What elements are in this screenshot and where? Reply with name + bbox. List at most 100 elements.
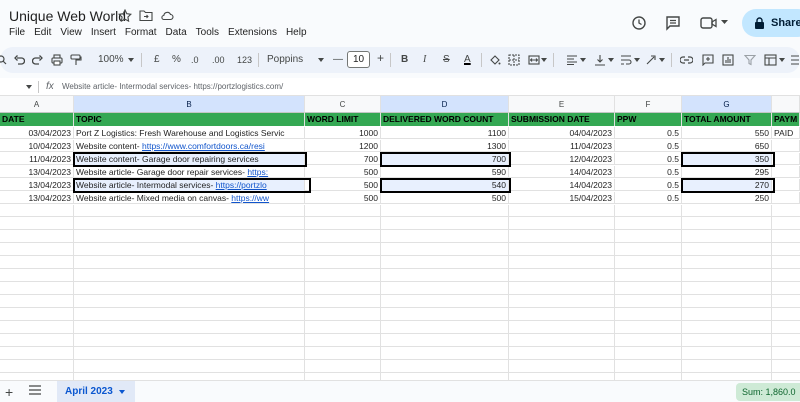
column-header-h[interactable] [772,96,800,113]
insert-link-icon[interactable] [680,55,693,65]
cell-total-amount[interactable]: 550 [682,127,772,139]
fill-color-icon[interactable] [489,54,501,66]
cell-topic[interactable]: Port Z Logistics: Fresh Warehouse and Lo… [74,127,305,139]
chevron-down-icon[interactable] [608,58,614,62]
percent-format-button[interactable]: % [172,53,181,67]
cell-topic[interactable]: Website article- Mixed media on canvas- … [74,192,305,204]
cell-total-amount[interactable]: 250 [682,192,772,204]
sum-explore-box[interactable]: Sum: 1,860.0 [736,383,800,401]
cell-word-limit[interactable]: 500 [305,192,381,204]
share-button[interactable]: Share [742,9,800,37]
cell-topic[interactable]: Website content- https://www.comfortdoor… [74,140,305,152]
empty-row[interactable] [0,296,800,308]
redo-icon[interactable] [32,55,43,65]
cell-delivered[interactable]: 590 [381,166,509,178]
filter-icon[interactable] [744,54,756,66]
topic-link[interactable]: https://portzlo [216,180,267,190]
cell-submission-date[interactable]: 12/04/2023 [509,153,615,165]
menu-help[interactable]: Help [286,27,307,38]
header-delivered-word-count[interactable]: DELIVERED WORD COUNT [381,113,509,126]
header-word-limit[interactable]: WORD LIMIT [305,113,381,126]
empty-row[interactable] [0,322,800,334]
cell-submission-date[interactable]: 15/04/2023 [509,192,615,204]
empty-row[interactable] [0,335,800,347]
column-header-a[interactable]: A [0,96,74,113]
topic-link[interactable]: https: [247,167,268,177]
header-submission-date[interactable]: SUBMISSION DATE [509,113,615,126]
insert-chart-icon[interactable] [722,54,734,66]
search-menus-icon[interactable] [0,54,8,66]
text-color-button[interactable]: A [464,53,471,67]
functions-icon[interactable] [790,55,800,65]
text-wrapping-icon[interactable] [620,54,632,66]
meet-video-icon[interactable] [700,15,718,31]
insert-comment-icon[interactable] [702,54,714,66]
strikethrough-button[interactable]: S [443,53,450,67]
filter-views-icon[interactable] [764,54,777,66]
cell-submission-date[interactable]: 11/04/2023 [509,140,615,152]
cell-payment[interactable]: PAID [772,127,800,139]
italic-button[interactable]: I [423,53,426,67]
cell-topic[interactable]: Website article- Garage door repair serv… [74,166,305,178]
undo-icon[interactable] [14,55,25,65]
empty-row[interactable] [0,361,800,373]
comment-icon[interactable] [665,15,681,31]
column-header-b[interactable]: B [74,96,305,113]
borders-icon[interactable] [508,54,520,66]
chevron-down-icon[interactable] [119,390,125,394]
cell-submission-date[interactable]: 14/04/2023 [509,166,615,178]
chevron-down-icon[interactable] [26,85,32,89]
vertical-align-icon[interactable] [594,54,606,66]
formula-input[interactable]: Website article- Intermodal services- ht… [62,82,283,91]
all-sheets-icon[interactable] [29,385,41,395]
cell-payment[interactable] [772,179,800,191]
topic-link[interactable]: https://ww [231,193,269,203]
cell-ppw[interactable]: 0.5 [615,127,682,139]
chevron-down-icon[interactable] [779,58,785,62]
cell-delivered[interactable]: 540 [381,179,509,191]
chevron-down-icon[interactable] [541,58,547,62]
empty-row[interactable] [0,205,800,217]
cell-total-amount[interactable]: 295 [682,166,772,178]
cell-ppw[interactable]: 0.5 [615,153,682,165]
zoom-select[interactable]: 100% [98,53,124,67]
chevron-down-icon[interactable] [721,20,728,25]
merge-cells-icon[interactable] [528,54,540,66]
print-icon[interactable] [51,54,63,66]
bold-button[interactable]: B [401,53,408,67]
menu-view[interactable]: View [60,27,82,38]
cell-word-limit[interactable]: 1000 [305,127,381,139]
cell-date[interactable]: 13/04/2023 [0,179,74,191]
empty-row[interactable] [0,270,800,282]
spreadsheet-grid[interactable]: A B C D E F G DATE TOPIC WORD LIMIT DELI… [0,96,800,380]
cell-date[interactable]: 13/04/2023 [0,166,74,178]
menu-tools[interactable]: Tools [196,27,219,38]
menu-file[interactable]: File [9,27,25,38]
cell-payment[interactable] [772,153,800,165]
number-format-button[interactable]: 123 [237,53,252,67]
header-date[interactable]: DATE [0,113,74,126]
cell-delivered[interactable]: 1300 [381,140,509,152]
cell-ppw[interactable]: 0.5 [615,140,682,152]
font-select[interactable]: Poppins [267,53,303,67]
cell-ppw[interactable]: 0.5 [615,166,682,178]
document-title[interactable]: Unique Web World [9,8,126,24]
cell-topic[interactable]: Website content- Garage door repairing s… [74,153,305,165]
menu-edit[interactable]: Edit [34,27,51,38]
paint-format-icon[interactable] [70,54,82,66]
chevron-down-icon[interactable] [128,58,134,62]
cell-ppw[interactable]: 0.5 [615,179,682,191]
header-topic[interactable]: TOPIC [74,113,305,126]
cell-topic[interactable]: Website article- Intermodal services- ht… [74,179,305,191]
currency-format-button[interactable]: £ [154,53,160,67]
font-size-input[interactable]: 10 [347,51,370,68]
decrease-font-size-button[interactable]: — [333,53,343,67]
history-icon[interactable] [631,15,647,31]
cell-payment[interactable] [772,192,800,204]
header-payment[interactable]: PAYM [772,113,800,126]
cell-delivered[interactable]: 1100 [381,127,509,139]
cell-date[interactable]: 13/04/2023 [0,192,74,204]
star-icon[interactable] [118,9,132,22]
cell-date[interactable]: 11/04/2023 [0,153,74,165]
empty-row[interactable] [0,283,800,295]
